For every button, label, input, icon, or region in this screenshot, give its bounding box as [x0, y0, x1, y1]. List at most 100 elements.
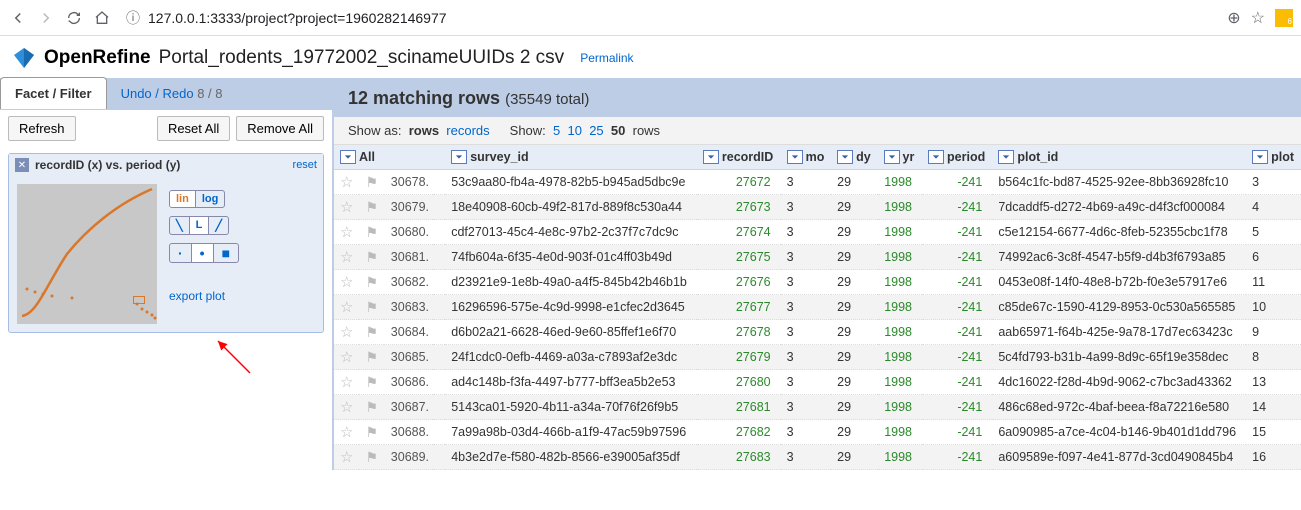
cell-period[interactable]: -241 [922, 370, 992, 395]
dot-medium-icon[interactable]: • [192, 244, 214, 262]
reset-all-button[interactable]: Reset All [157, 116, 230, 141]
cell-plot[interactable]: 9 [1246, 320, 1301, 345]
row-flag[interactable]: ⚑ [359, 170, 384, 195]
cell-plot-id[interactable]: 486c68ed-972c-4baf-beea-f8a72216e580 [992, 395, 1246, 420]
cell-survey-id[interactable]: 74fb604a-6f35-4e0d-903f-01c4ff03b49d [445, 245, 697, 270]
show-25[interactable]: 25 [589, 123, 603, 138]
cell-dy[interactable]: 29 [831, 270, 877, 295]
scale-toggle[interactable]: lin log [169, 190, 225, 208]
rot-cw-icon[interactable]: ╱ [209, 217, 228, 234]
dot-size-toggle[interactable]: · • ■ [169, 243, 239, 263]
column-menu-button[interactable] [451, 150, 467, 164]
cell-plot[interactable]: 15 [1246, 420, 1301, 445]
export-plot-link[interactable]: export plot [169, 289, 239, 303]
cell-mo[interactable]: 3 [781, 345, 832, 370]
cell-dy[interactable]: 29 [831, 295, 877, 320]
show-as-rows[interactable]: rows [409, 123, 439, 138]
row-flag[interactable]: ⚑ [359, 270, 384, 295]
show-10[interactable]: 10 [568, 123, 582, 138]
cell-plot-id[interactable]: 5c4fd793-b31b-4a99-8d9c-65f19e358dec [992, 345, 1246, 370]
row-flag[interactable]: ⚑ [359, 445, 384, 470]
cell-period[interactable]: -241 [922, 320, 992, 345]
cell-period[interactable]: -241 [922, 245, 992, 270]
cell-mo[interactable]: 3 [781, 420, 832, 445]
site-info-icon[interactable]: ⓘ [126, 8, 140, 28]
cell-plot-id[interactable]: c5e12154-6677-4d6c-8feb-52355cbc1f78 [992, 220, 1246, 245]
row-star[interactable]: ☆ [334, 245, 359, 270]
cell-plot[interactable]: 3 [1246, 170, 1301, 195]
cell-plot[interactable]: 10 [1246, 295, 1301, 320]
cell-recordid[interactable]: 27673 [697, 195, 781, 220]
cell-survey-id[interactable]: d23921e9-1e8b-49a0-a4f5-845b42b46b1b [445, 270, 697, 295]
cell-survey-id[interactable]: d6b02a21-6628-46ed-9e60-85ffef1e6f70 [445, 320, 697, 345]
row-star[interactable]: ☆ [334, 220, 359, 245]
cell-recordid[interactable]: 27682 [697, 420, 781, 445]
cell-plot-id[interactable]: 6a090985-a7ce-4c04-b146-9b401d1dd796 [992, 420, 1246, 445]
cell-dy[interactable]: 29 [831, 320, 877, 345]
row-flag[interactable]: ⚑ [359, 420, 384, 445]
show-5[interactable]: 5 [553, 123, 560, 138]
column-menu-button[interactable] [998, 150, 1014, 164]
cell-survey-id[interactable]: 18e40908-60cb-49f2-817d-889f8c530a44 [445, 195, 697, 220]
cell-plot-id[interactable]: a609589e-f097-4e41-877d-3cd0490845b4 [992, 445, 1246, 470]
cell-yr[interactable]: 1998 [878, 295, 923, 320]
home-button[interactable] [92, 8, 112, 28]
dot-large-icon[interactable]: ■ [214, 244, 238, 262]
cell-dy[interactable]: 29 [831, 220, 877, 245]
cell-period[interactable]: -241 [922, 195, 992, 220]
cell-period[interactable]: -241 [922, 445, 992, 470]
row-flag[interactable]: ⚑ [359, 320, 384, 345]
cell-plot[interactable]: 11 [1246, 270, 1301, 295]
zoom-icon[interactable]: ⊕ [1227, 8, 1240, 28]
cell-recordid[interactable]: 27678 [697, 320, 781, 345]
cell-plot-id[interactable]: aab65971-f64b-425e-9a78-17d7ec63423c [992, 320, 1246, 345]
cell-recordid[interactable]: 27679 [697, 345, 781, 370]
cell-plot-id[interactable]: 74992ac6-3c8f-4547-b5f9-d4b3f6793a85 [992, 245, 1246, 270]
cell-yr[interactable]: 1998 [878, 245, 923, 270]
column-menu-button[interactable] [787, 150, 803, 164]
row-flag[interactable]: ⚑ [359, 345, 384, 370]
row-star[interactable]: ☆ [334, 320, 359, 345]
cell-yr[interactable]: 1998 [878, 420, 923, 445]
cell-plot[interactable]: 16 [1246, 445, 1301, 470]
cell-mo[interactable]: 3 [781, 220, 832, 245]
back-button[interactable] [8, 8, 28, 28]
rot-ccw-icon[interactable]: ╲ [170, 217, 190, 234]
cell-plot[interactable]: 5 [1246, 220, 1301, 245]
url-bar[interactable]: ⓘ 127.0.0.1:3333/project?project=1960282… [120, 8, 1219, 28]
cell-plot-id[interactable]: 7dcaddf5-d272-4b69-a49c-d4f3cf000084 [992, 195, 1246, 220]
cell-survey-id[interactable]: 53c9aa80-fb4a-4978-82b5-b945ad5dbc9e [445, 170, 697, 195]
facet-close-icon[interactable]: ✕ [15, 158, 29, 172]
row-star[interactable]: ☆ [334, 420, 359, 445]
cell-dy[interactable]: 29 [831, 420, 877, 445]
extension-badge[interactable]: 6 [1275, 9, 1293, 27]
cell-mo[interactable]: 3 [781, 320, 832, 345]
dot-small-icon[interactable]: · [170, 244, 192, 262]
cell-plot-id[interactable]: c85de67c-1590-4129-8953-0c530a565585 [992, 295, 1246, 320]
cell-dy[interactable]: 29 [831, 345, 877, 370]
cell-survey-id[interactable]: ad4c148b-f3fa-4497-b777-bff3ea5b2e53 [445, 370, 697, 395]
column-menu-button[interactable] [884, 150, 900, 164]
cell-plot[interactable]: 14 [1246, 395, 1301, 420]
cell-yr[interactable]: 1998 [878, 445, 923, 470]
cell-mo[interactable]: 3 [781, 270, 832, 295]
cell-mo[interactable]: 3 [781, 395, 832, 420]
cell-plot[interactable]: 8 [1246, 345, 1301, 370]
cell-mo[interactable]: 3 [781, 245, 832, 270]
cell-period[interactable]: -241 [922, 420, 992, 445]
cell-recordid[interactable]: 27681 [697, 395, 781, 420]
cell-period[interactable]: -241 [922, 345, 992, 370]
cell-plot-id[interactable]: b564c1fc-bd87-4525-92ee-8bb36928fc10 [992, 170, 1246, 195]
column-menu-button[interactable] [340, 150, 356, 164]
row-flag[interactable]: ⚑ [359, 195, 384, 220]
scale-lin[interactable]: lin [170, 191, 196, 207]
row-star[interactable]: ☆ [334, 345, 359, 370]
scatterplot-canvas[interactable] [17, 184, 157, 324]
cell-yr[interactable]: 1998 [878, 220, 923, 245]
cell-mo[interactable]: 3 [781, 445, 832, 470]
column-menu-button[interactable] [703, 150, 719, 164]
cell-period[interactable]: -241 [922, 295, 992, 320]
cell-dy[interactable]: 29 [831, 170, 877, 195]
cell-yr[interactable]: 1998 [878, 195, 923, 220]
cell-plot[interactable]: 13 [1246, 370, 1301, 395]
